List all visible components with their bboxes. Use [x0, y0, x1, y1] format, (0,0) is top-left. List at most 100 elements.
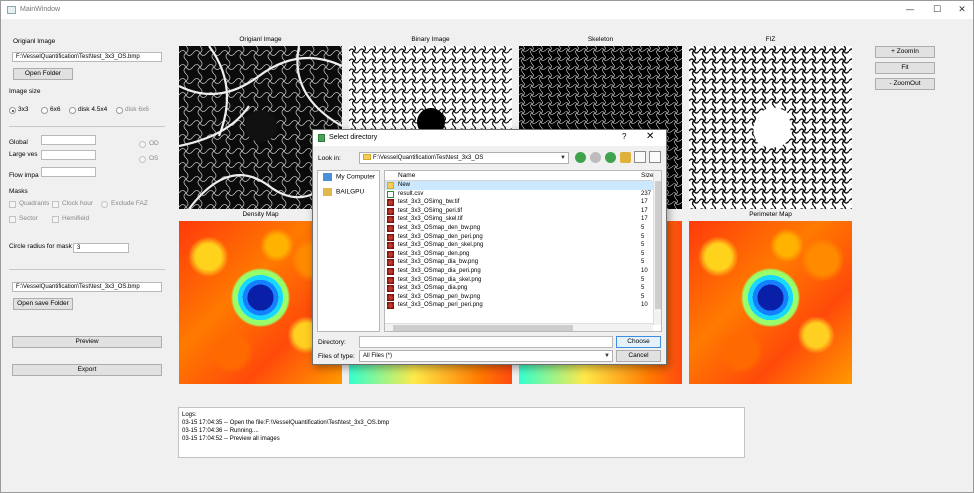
image-file-icon — [387, 242, 394, 250]
file-row[interactable]: test_3x3_OSimg_peri.tif 17 — [385, 207, 653, 216]
circle-radius-label: Circle radius for mask — [9, 243, 72, 250]
maximize-button[interactable]: ☐ — [924, 3, 950, 17]
scroll-thumb[interactable] — [655, 181, 661, 309]
file-row[interactable]: test_3x3_OSmap_dia.png 5 — [385, 284, 653, 293]
dialog-close-button[interactable]: ✕ — [646, 131, 654, 142]
cancel-button[interactable]: Cancel — [616, 350, 661, 362]
file-name: test_3x3_OSimg_skel.tif — [398, 216, 463, 223]
look-in-value: F:\VesselQuantification\Test\test_3x3_OS — [373, 155, 484, 161]
size-disk45-label: disk 4.5x4 — [78, 106, 108, 113]
file-size: 10 — [641, 302, 648, 309]
zoom-out-button[interactable]: - ZoomOut — [875, 78, 935, 90]
file-name: test_3x3_OSmap_peri_peri.png — [398, 302, 483, 309]
sidebar-item-my-computer[interactable]: My Computer — [323, 173, 375, 181]
files-of-type-combo[interactable]: All Files (*) ▼ — [359, 350, 613, 362]
vertical-scrollbar[interactable] — [653, 171, 661, 325]
file-row[interactable]: test_3x3_OSmap_den_bw.png 5 — [385, 224, 653, 233]
file-size: 17 — [641, 207, 648, 214]
file-row[interactable]: test_3x3_OSmap_den_peri.png 5 — [385, 233, 653, 242]
parent-directory-icon[interactable] — [605, 152, 616, 163]
exclude-faz-radio[interactable] — [101, 201, 108, 208]
os-label: OS — [149, 155, 159, 162]
look-in-combo[interactable]: F:\VesselQuantification\Test\test_3x3_OS… — [359, 152, 569, 164]
file-size: 5 — [641, 233, 645, 240]
forward-icon[interactable] — [590, 152, 601, 163]
circle-radius-field[interactable]: 3 — [73, 243, 129, 253]
places-sidebar: My Computer BAILGPU — [317, 170, 380, 332]
csv-file-icon — [387, 190, 394, 198]
minimize-button[interactable]: — — [897, 3, 923, 17]
size-3x3-radio[interactable] — [9, 107, 16, 114]
size-disk6-radio[interactable] — [116, 107, 123, 114]
file-size: 5 — [641, 259, 645, 266]
export-button[interactable]: Export — [12, 364, 162, 376]
perimeter-map — [689, 221, 852, 384]
sidebar-item-label: My Computer — [336, 173, 376, 181]
file-size: 10 — [641, 267, 648, 274]
folder-row[interactable]: New — [385, 181, 653, 190]
sidebar-item-bailgpu[interactable]: BAILGPU — [323, 188, 364, 196]
file-row[interactable]: test_3x3_OSimg_bw.tif 17 — [385, 198, 653, 207]
file-name: test_3x3_OSimg_peri.tif — [398, 207, 463, 214]
global-label: Global — [9, 139, 28, 146]
file-row[interactable]: test_3x3_OSimg_skel.tif 17 — [385, 215, 653, 224]
file-size: 5 — [641, 285, 645, 292]
size-6x6-radio[interactable] — [41, 107, 48, 114]
detail-view-icon[interactable] — [649, 151, 661, 163]
file-list[interactable]: Name Size New result.csv 237 test_3x3_OSimg… — [384, 170, 662, 332]
image-file-icon — [387, 216, 394, 224]
column-size-header[interactable]: Size — [641, 172, 654, 179]
logs-panel[interactable]: Logs: 03-15 17:04:35 -- Open the file:F:… — [178, 407, 745, 458]
list-view-icon[interactable] — [634, 151, 646, 163]
file-row[interactable]: test_3x3_OSmap_den.png 5 — [385, 250, 653, 259]
open-folder-button[interactable]: Open Folder — [13, 68, 73, 80]
file-name: test_3x3_OSmap_den_peri.png — [398, 233, 483, 240]
od-radio[interactable] — [139, 141, 146, 148]
file-name: test_3x3_OSmap_den.png — [398, 250, 470, 257]
help-button[interactable]: ? — [622, 132, 626, 141]
size-disk6-label: disk 6x6 — [125, 106, 149, 113]
size-disk45-radio[interactable] — [69, 107, 76, 114]
file-size: 5 — [641, 224, 645, 231]
large-ves-field[interactable] — [41, 150, 96, 160]
file-row[interactable]: test_3x3_OSmap_peri_bw.png 5 — [385, 293, 653, 302]
file-row[interactable]: test_3x3_OSmap_dia_bw.png 5 — [385, 258, 653, 267]
original-path-field[interactable]: F:\VesselQuantification\Test\test_3x3_OS… — [12, 52, 162, 62]
dialog-title-bar: Select directory ? ✕ — [313, 130, 666, 146]
flow-impa-field[interactable] — [41, 167, 96, 177]
directory-input[interactable] — [359, 336, 613, 348]
back-icon[interactable] — [575, 152, 586, 163]
preview-button[interactable]: Preview — [12, 336, 162, 348]
os-radio[interactable] — [139, 156, 146, 163]
clock-hour-checkbox[interactable] — [52, 201, 59, 208]
open-save-folder-button[interactable]: Open save Folder — [13, 298, 73, 310]
file-rows: New result.csv 237 test_3x3_OSimg_bw.tif 17 t… — [385, 181, 653, 310]
masks-label: Masks — [9, 188, 28, 195]
zoom-in-button[interactable]: + ZoomIn — [875, 46, 935, 58]
file-name: test_3x3_OSmap_den_bw.png — [398, 224, 481, 231]
logs-header: Logs: — [182, 412, 197, 418]
scroll-thumb[interactable] — [393, 325, 573, 331]
select-directory-dialog: Select directory ? ✕ Look in: F:\VesselQ… — [312, 129, 667, 365]
skeleton-title: Skeleton — [587, 36, 614, 43]
sector-checkbox[interactable] — [9, 216, 16, 223]
file-row[interactable]: test_3x3_OSmap_dia_peri.png 10 — [385, 267, 653, 276]
fit-button[interactable]: Fit — [875, 62, 935, 74]
column-name-header[interactable]: Name — [398, 172, 415, 179]
hemifield-checkbox[interactable] — [52, 216, 59, 223]
close-button[interactable]: ✕ — [949, 3, 974, 17]
file-row[interactable]: test_3x3_OSmap_den_skel.png 5 — [385, 241, 653, 250]
file-name: test_3x3_OSmap_dia_bw.png — [398, 259, 479, 266]
file-row[interactable]: test_3x3_OSmap_dia_skel.png 5 — [385, 276, 653, 285]
fiz-title: FIZ — [765, 36, 776, 43]
window-title: MainWindow — [20, 6, 61, 13]
image-size-label: Image size — [9, 88, 41, 95]
file-row[interactable]: test_3x3_OSmap_peri_peri.png 10 — [385, 301, 653, 310]
global-field[interactable] — [41, 135, 96, 145]
file-row[interactable]: result.csv 237 — [385, 190, 653, 199]
save-path-field[interactable]: F:\VesselQuantification\Test\test_3x3_OS… — [12, 282, 162, 292]
new-folder-icon[interactable] — [620, 152, 631, 163]
quadrants-checkbox[interactable] — [9, 201, 16, 208]
choose-button[interactable]: Choose — [616, 336, 661, 348]
horizontal-scrollbar[interactable] — [385, 323, 653, 331]
